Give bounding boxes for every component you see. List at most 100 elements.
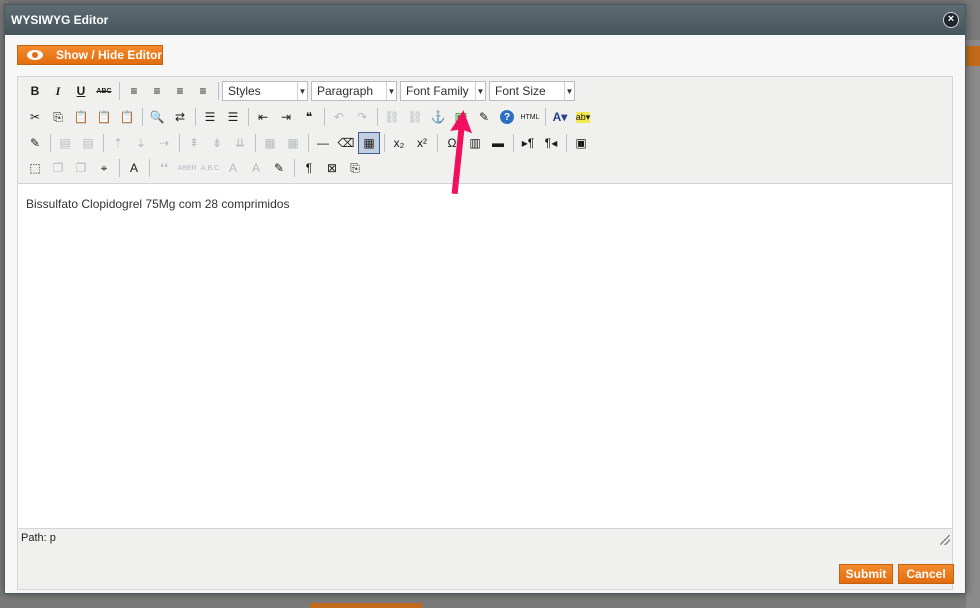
insert-row-after-button[interactable]: ⇣ — [130, 132, 152, 154]
toolbar-separator — [255, 134, 256, 152]
pagebreak-button[interactable]: ⎘ — [344, 157, 366, 179]
align-right-button[interactable]: ≡ — [169, 80, 191, 102]
advanced-hr-button[interactable]: ▬ — [487, 132, 509, 154]
link-button[interactable]: ⛓ — [381, 106, 403, 128]
table-cell-props-button[interactable]: ▤ — [77, 132, 99, 154]
align-justify-button[interactable]: ≡ — [192, 80, 214, 102]
toolbar-row-3: ✎ ▤ ▤ ⇡ ⇣ ⇢ ⇞ ⇟ ⇊ ▦ ▦ — ⌫ ▦ x₂ x² Ω ▥ ▬ ▸¶ ¶◂ ▣ — [24, 131, 593, 155]
align-justify-icon: ≡ — [199, 84, 207, 98]
close-button[interactable]: × — [943, 12, 959, 28]
paste-button[interactable]: 📋 — [70, 106, 92, 128]
unlink-button[interactable]: ⛓ — [404, 106, 426, 128]
visualchars-button[interactable]: ¶ — [298, 157, 320, 179]
cut-button[interactable]: ✂ — [24, 106, 46, 128]
visual-aid-icon: ▦ — [363, 136, 375, 150]
background-orange-button — [966, 46, 980, 66]
align-right-icon: ≡ — [176, 84, 184, 98]
attribs-button[interactable]: ✎ — [268, 157, 290, 179]
show-hide-editor-button[interactable]: Show / Hide Editor — [17, 45, 163, 65]
paste-text-button[interactable]: 📋 — [93, 106, 115, 128]
subscript-button[interactable]: x₂ — [388, 132, 410, 154]
insert-row-before-button[interactable]: ⇡ — [107, 132, 129, 154]
editor-content-area[interactable]: Bissulfato Clopidogrel 75Mg com 28 compr… — [18, 183, 952, 529]
ltr-button[interactable]: ▸¶ — [517, 132, 539, 154]
outdent-button[interactable]: ⇤ — [252, 106, 274, 128]
bullet-list-icon: ☰ — [204, 110, 216, 124]
insert-col-before-icon: ⇞ — [188, 136, 200, 150]
ins-button[interactable]: A — [245, 157, 267, 179]
nonbreaking-button[interactable]: ⊠ — [321, 157, 343, 179]
insert-layer-icon: ⬚ — [29, 161, 41, 175]
table-row-props-button[interactable]: ▤ — [54, 132, 76, 154]
dialog-title: WYSIWYG Editor — [11, 13, 109, 27]
move-forward-button[interactable]: ❐ — [47, 157, 69, 179]
paragraph-select[interactable]: Paragraph ▼ — [311, 81, 397, 101]
cite-button[interactable]: ❛❛ — [153, 157, 175, 179]
styleprops-button[interactable]: A — [123, 157, 145, 179]
find-icon: 🔍 — [149, 110, 165, 124]
text-color-button[interactable]: A▾ — [549, 106, 571, 128]
insert-col-after-button[interactable]: ⇟ — [206, 132, 228, 154]
editor-paragraph[interactable]: Bissulfato Clopidogrel 75Mg com 28 compr… — [26, 197, 289, 211]
undo-button[interactable]: ↶ — [328, 106, 350, 128]
bold-button[interactable]: B — [24, 80, 46, 102]
highlight-color-icon: ab▾ — [575, 111, 591, 123]
del-button[interactable]: A — [222, 157, 244, 179]
toolbar-separator — [103, 134, 104, 152]
split-cells-icon: ▦ — [264, 136, 276, 150]
insert-col-before-button[interactable]: ⇞ — [183, 132, 205, 154]
paste-icon: 📋 — [73, 110, 89, 124]
html-source-button[interactable]: HTML — [519, 106, 541, 128]
bullet-list-button[interactable]: ☰ — [199, 106, 221, 128]
visual-aid-button[interactable]: ▦ — [358, 132, 380, 154]
editor-statusbar: Path: p — [18, 529, 952, 547]
font-family-select[interactable]: Font Family ▼ — [400, 81, 486, 101]
indent-button[interactable]: ⇥ — [275, 106, 297, 128]
remove-format-button[interactable]: ⌫ — [335, 132, 357, 154]
submit-button[interactable]: Submit — [839, 564, 893, 584]
paste-word-button[interactable]: 📋 — [116, 106, 138, 128]
abbr-icon: ABBR — [177, 164, 197, 172]
underline-button[interactable]: U — [70, 80, 92, 102]
highlight-color-button[interactable]: ab▾ — [572, 106, 594, 128]
pagebreak-icon: ⎘ — [350, 160, 360, 175]
insert-layer-button[interactable]: ⬚ — [24, 157, 46, 179]
align-left-button[interactable]: ≡ — [123, 80, 145, 102]
redo-button[interactable]: ↷ — [351, 106, 373, 128]
merge-cells-button[interactable]: ▦ — [282, 132, 304, 154]
delete-col-button[interactable]: ⇊ — [229, 132, 251, 154]
replace-button[interactable]: ⇄ — [169, 106, 191, 128]
horizontal-rule-button[interactable]: — — [312, 132, 334, 154]
toolbar-row-2: ✂⎘📋📋📋🔍⇄☰☰⇤⇥❝↶↷⛓⛓⚓▣✎?HTMLA▾ab▾ — [24, 105, 595, 129]
absolute-button[interactable]: ⌖ — [93, 157, 115, 179]
rtl-button[interactable]: ¶◂ — [540, 132, 562, 154]
paste-text-icon: 📋 — [96, 110, 112, 124]
styles-select[interactable]: Styles ▼ — [222, 81, 308, 101]
dialog-titlebar: WYSIWYG Editor × — [5, 5, 965, 35]
fullscreen-button[interactable]: ▣ — [570, 132, 592, 154]
anchor-icon: ⚓ — [430, 110, 446, 124]
copy-button[interactable]: ⎘ — [47, 106, 69, 128]
background-scroll-strip — [966, 40, 980, 608]
superscript-button[interactable]: x² — [411, 132, 433, 154]
blockquote-button[interactable]: ❝ — [298, 106, 320, 128]
table-cell-props-icon: ▤ — [82, 136, 94, 150]
italic-button[interactable]: I — [47, 80, 69, 102]
delete-row-button[interactable]: ⇢ — [153, 132, 175, 154]
numbered-list-button[interactable]: ☰ — [222, 106, 244, 128]
cancel-button[interactable]: Cancel — [898, 564, 954, 584]
abbr-button[interactable]: ABBR — [176, 157, 198, 179]
acronym-button[interactable]: A.B.C — [199, 157, 221, 179]
strikethrough-button[interactable]: ABC — [93, 80, 115, 102]
align-center-button[interactable]: ≡ — [146, 80, 168, 102]
edit-button[interactable]: ✎ — [24, 132, 46, 154]
help-button[interactable]: ? — [496, 106, 518, 128]
advanced-hr-icon: ▬ — [492, 136, 504, 150]
cleanup-button[interactable]: ✎ — [473, 106, 495, 128]
find-button[interactable]: 🔍 — [146, 106, 168, 128]
move-backward-button[interactable]: ❐ — [70, 157, 92, 179]
resize-grip[interactable] — [940, 535, 950, 545]
font-size-select[interactable]: Font Size ▼ — [489, 81, 575, 101]
cite-icon: ❛❛ — [160, 161, 168, 175]
split-cells-button[interactable]: ▦ — [259, 132, 281, 154]
